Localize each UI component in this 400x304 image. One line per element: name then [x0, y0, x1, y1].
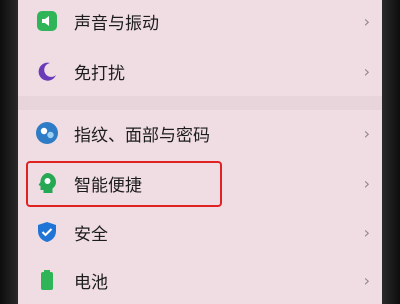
settings-item-battery[interactable]: 电池 ›: [18, 255, 382, 304]
chevron-right-icon: ›: [363, 270, 370, 290]
chevron-right-icon: ›: [363, 173, 370, 193]
settings-item-label: 指纹、面部与密码: [74, 125, 210, 146]
settings-item-do-not-disturb[interactable]: 免打扰 ›: [18, 46, 382, 96]
settings-item-sound-vibration[interactable]: 声音与振动 ›: [18, 0, 382, 46]
chevron-right-icon: ›: [363, 123, 370, 143]
fingerprint-face-icon: [34, 120, 60, 146]
chevron-right-icon: ›: [363, 61, 370, 81]
settings-item-label: 免打扰: [74, 63, 125, 84]
highlight-box: [26, 161, 222, 207]
shield-icon: [34, 219, 60, 245]
settings-item-security[interactable]: 安全 ›: [18, 207, 382, 257]
moon-icon: [34, 58, 60, 84]
settings-item-label: 安全: [74, 224, 108, 245]
settings-item-label: 电池: [74, 272, 108, 293]
phone-bezel-right: [382, 0, 400, 304]
speaker-icon: [34, 8, 60, 34]
phone-bezel-left: [0, 0, 18, 304]
settings-item-fingerprint-face-password[interactable]: 指纹、面部与密码 ›: [18, 108, 382, 158]
settings-screen: 声音与振动 › 免打扰 › 指纹、面部与密码 › 智能便捷 › 安全 › 电池 …: [18, 0, 382, 304]
chevron-right-icon: ›: [363, 11, 370, 31]
battery-icon: [34, 267, 60, 293]
settings-item-label: 声音与振动: [74, 13, 159, 34]
chevron-right-icon: ›: [363, 222, 370, 242]
